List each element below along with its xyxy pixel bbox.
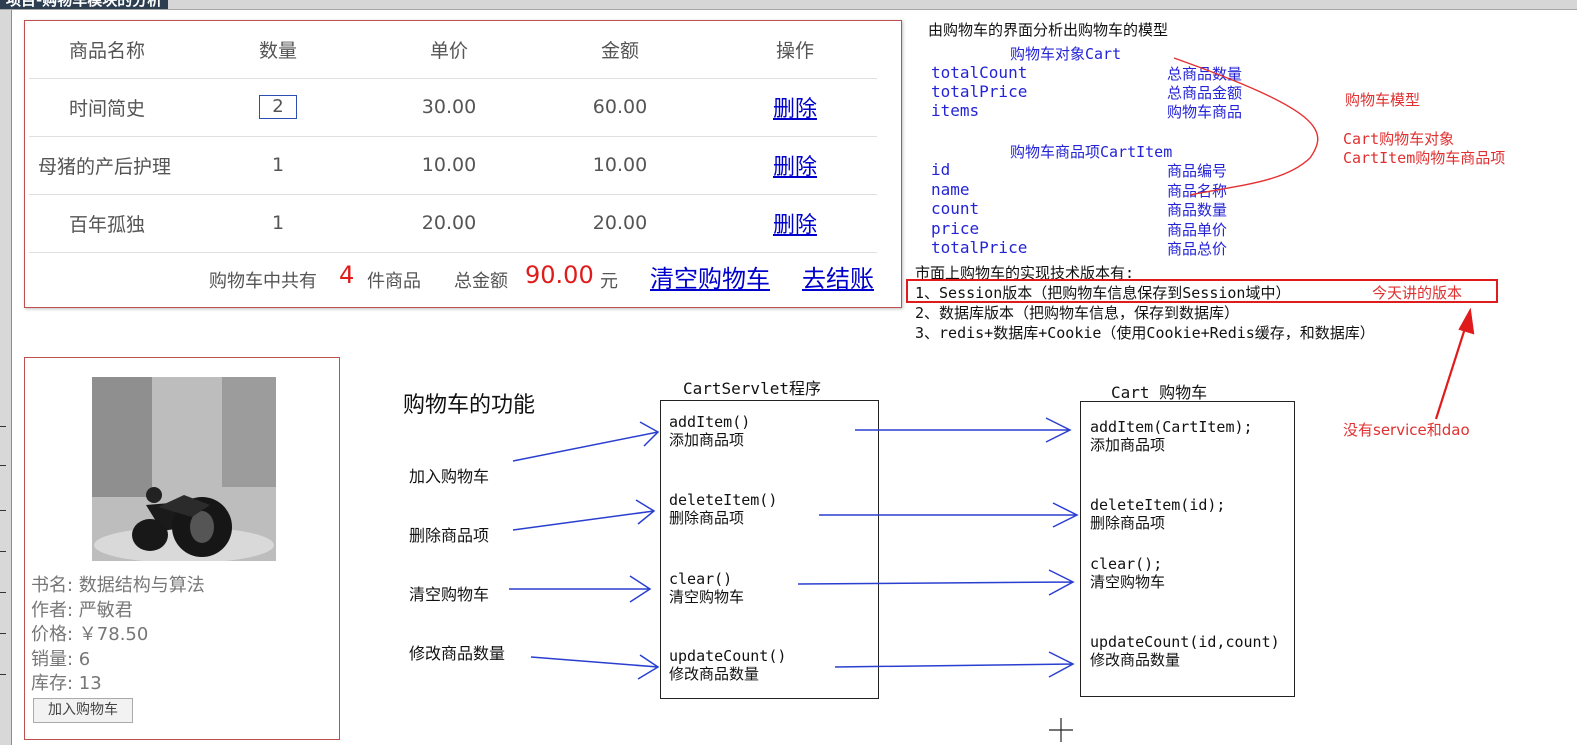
arrow-clear bbox=[797, 569, 1075, 596]
red-curve-annotation bbox=[1173, 57, 1319, 196]
arrow-additem bbox=[855, 417, 1072, 443]
diagram-connectors bbox=[509, 57, 1475, 742]
arrow-deleteitem bbox=[819, 502, 1079, 528]
arrow-add-to-servlet bbox=[512, 421, 660, 462]
red-arrowhead bbox=[1458, 307, 1475, 335]
arrow-delete-to-servlet bbox=[512, 499, 656, 531]
arrow-clear-to-servlet bbox=[509, 575, 652, 603]
red-arrow-to-version bbox=[1434, 321, 1469, 420]
arrow-updatecount bbox=[834, 651, 1075, 678]
crosshair-cursor-icon bbox=[1049, 718, 1073, 742]
arrow-update-to-servlet bbox=[530, 654, 660, 680]
